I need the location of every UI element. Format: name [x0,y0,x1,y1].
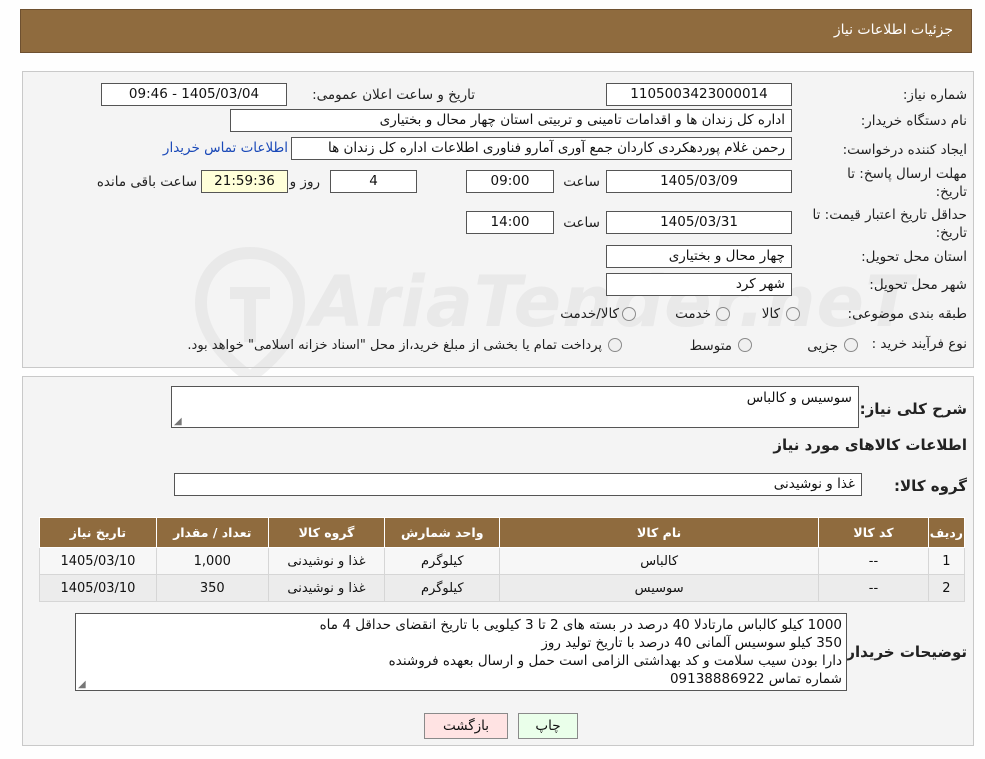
buyer-notes-line: شماره تماس 09138886922 [669,671,842,687]
page-header: جزئیات اطلاعات نیاز [20,9,972,53]
delivery-city-label: شهر محل تحویل: [869,277,967,293]
process-minor-label: جزیی [807,338,838,354]
goods-table: ردیف کد کالا نام کالا واحد شمارش گروه کا… [39,517,966,602]
col-header-item-name: نام کالا [499,517,820,548]
col-header-need-date: تاریخ نیاز [39,517,157,548]
resize-grip-icon: ◢ [174,416,182,427]
requester-field: رحمن غلام پوردهکردی کاردان جمع آوری آمار… [291,137,792,160]
delivery-province-label: استان محل تحویل: [861,249,967,265]
cell-need-date: 1405/03/10 [39,547,157,575]
watermark-logo-icon [194,246,306,385]
reply-deadline-time: 09:00 [466,170,554,193]
goods-group-field: غذا و نوشیدنی [174,473,862,496]
buyer-notes-field: 1000 کیلو کالباس مارتادلا 40 درصد در بست… [75,613,847,691]
buyer-org-field: اداره کل زندان ها و اقدامات تامینی و ترب… [230,109,792,132]
remaining-days: 4 [330,170,417,193]
reply-deadline-time-label: ساعت [563,174,600,190]
price-validity-label: حداقل تاریخ اعتبار قیمت: تا [812,207,967,223]
need-number-field: 1105003423000014 [606,83,792,106]
price-validity-time: 14:00 [466,211,554,234]
buyer-notes-line: 1000 کیلو کالباس مارتادلا 40 درصد در بست… [319,617,842,633]
cell-quantity: 350 [155,574,269,602]
buyer-contact-link[interactable]: اطلاعات تماس خریدار [163,140,288,156]
cell-quantity: 1,000 [155,547,269,575]
treasury-payment-note: پرداخت تمام یا بخشی از مبلغ خرید،از محل … [187,338,602,353]
need-number-label: شماره نیاز: [902,87,967,103]
cell-row-number: 2 [927,574,966,602]
remaining-time-countdown: 21:59:36 [201,170,288,193]
announce-datetime-field: 1405/03/04 - 09:46 [101,83,287,106]
announce-datetime-label: تاریخ و ساعت اعلان عمومی: [312,87,475,103]
col-header-group: گروه کالا [267,517,386,548]
category-label: طبقه بندی موضوعی: [847,306,967,322]
summary-value: سوسیس و کالباس [746,390,852,406]
category-goods-label: کالا [761,306,780,322]
delivery-city-field: شهر کرد [606,273,792,296]
cell-item-name: کالباس [499,547,820,575]
cell-group: غذا و نوشیدنی [267,574,386,602]
category-service-radio[interactable] [716,307,730,321]
col-header-item-code: کد کالا [818,517,929,548]
summary-field: سوسیس و کالباس ◢ [171,386,859,428]
delivery-province-field: چهار محال و بختیاری [606,245,792,268]
cell-unit: کیلوگرم [384,547,501,575]
table-header-row: ردیف کد کالا نام کالا واحد شمارش گروه کا… [39,517,966,548]
buyer-notes-line: دارا بودن سیب سلامت و کد بهداشتی الزامی … [388,653,842,669]
category-goods-radio[interactable] [786,307,800,321]
goods-section-title: اطلاعات کالاهای مورد نیاز [773,436,967,454]
buyer-org-label: نام دستگاه خریدار: [860,113,967,129]
print-button[interactable]: چاپ [518,713,578,739]
remaining-label: ساعت باقی مانده [96,174,197,190]
reply-deadline-label: مهلت ارسال پاسخ: تا [847,166,967,182]
reply-deadline-date: 1405/03/09 [606,170,792,193]
cell-unit: کیلوگرم [384,574,501,602]
back-button[interactable]: بازگشت [424,713,508,739]
cell-item-name: سوسیس [499,574,820,602]
price-validity-time-label: ساعت [563,215,600,231]
treasury-payment-radio[interactable] [608,338,622,352]
cell-item-code: -- [818,574,929,602]
cell-group: غذا و نوشیدنی [267,547,386,575]
process-medium-radio[interactable] [738,338,752,352]
cell-item-code: -- [818,547,929,575]
table-row: 2 -- سوسیس کیلوگرم غذا و نوشیدنی 350 140… [39,574,966,602]
resize-grip-icon: ◢ [78,679,86,690]
reply-deadline-label-2: تاریخ: [935,184,967,200]
requester-label: ایجاد کننده درخواست: [842,142,967,158]
category-service-label: خدمت [675,306,711,322]
process-type-label: نوع فرآیند خرید : [871,336,967,352]
process-minor-radio[interactable] [844,338,858,352]
days-label: روز و [289,174,320,190]
cell-need-date: 1405/03/10 [39,574,157,602]
category-goods-service-label: کالا/خدمت [560,306,619,322]
buyer-notes-line: 350 کیلو سوسیس آلمانی 40 درصد با تاریخ ت… [541,635,842,651]
price-validity-label-2: تاریخ: [935,225,967,241]
col-header-unit: واحد شمارش [384,517,501,548]
buyer-notes-label: توضیحات خریدار: [840,643,967,661]
table-row: 1 -- کالباس کیلوگرم غذا و نوشیدنی 1,000 … [39,547,966,575]
page-title: جزئیات اطلاعات نیاز [833,22,953,38]
price-validity-date: 1405/03/31 [606,211,792,234]
col-header-row-number: ردیف [927,517,966,548]
summary-label: شرح کلی نیاز: [859,400,967,418]
cell-row-number: 1 [927,547,966,575]
process-medium-label: متوسط [689,338,732,354]
category-goods-service-radio[interactable] [622,307,636,321]
goods-group-label: گروه کالا: [894,477,967,495]
col-header-quantity: تعداد / مقدار [155,517,269,548]
